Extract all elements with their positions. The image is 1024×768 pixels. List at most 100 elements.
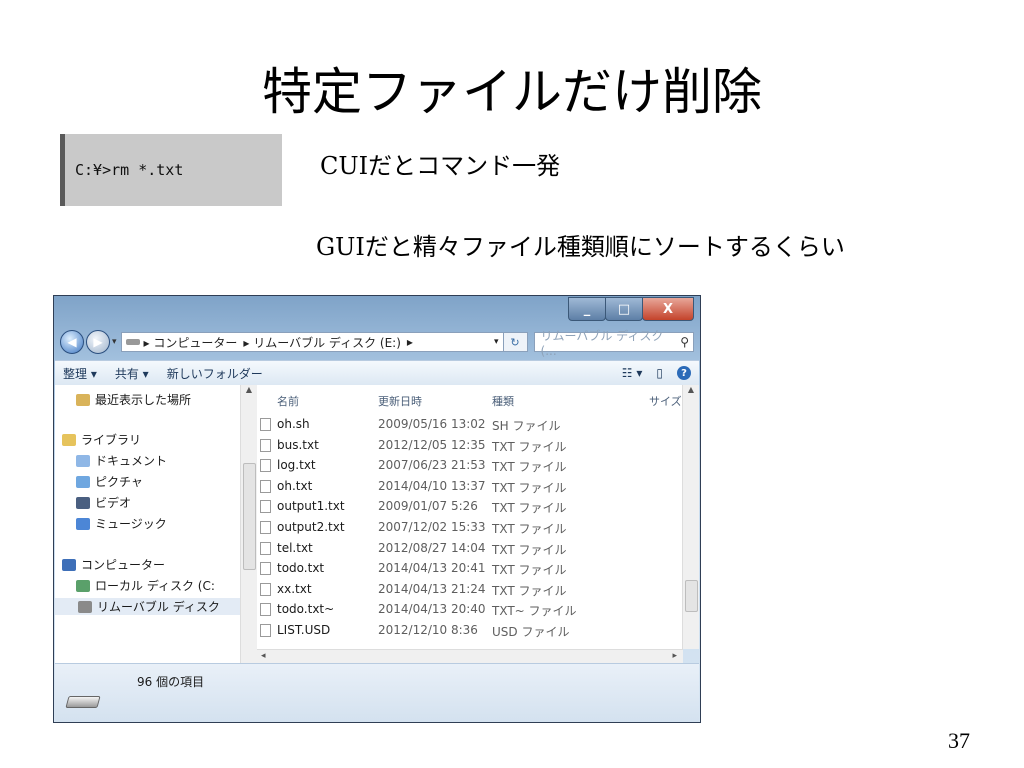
pictures-icon — [76, 475, 90, 488]
column-header-size[interactable]: サイズ — [649, 393, 682, 409]
preview-pane-icon[interactable]: ▯ — [656, 366, 663, 380]
explorer-window: _ □ X ◀ ▶ ▾ ▸ コンピューター ▸ リムーバブル ディスク (E:)… — [53, 295, 701, 723]
file-list-vertical-scrollbar[interactable]: ▲ — [682, 385, 699, 649]
search-input[interactable]: リムーバブル ディスク (... ⚲ — [533, 329, 694, 358]
file-date: 2009/01/07 5:26 — [378, 499, 478, 514]
nav-item[interactable]: 最近表示した場所 — [76, 391, 191, 408]
file-name: bus.txt — [277, 437, 319, 452]
address-dropdown-icon[interactable]: ▾ — [490, 337, 503, 347]
nav-item[interactable]: ビデオ — [76, 494, 131, 511]
file-date: 2007/06/23 21:53 — [378, 458, 486, 473]
file-type: TXT ファイル — [492, 583, 567, 598]
view-options-icon[interactable]: ☷ ▾ — [622, 366, 643, 380]
file-date: 2014/04/13 20:40 — [378, 602, 486, 617]
file-icon — [260, 603, 271, 617]
file-name: oh.sh — [277, 417, 310, 431]
nav-item[interactable]: ドキュメント — [76, 452, 167, 469]
file-name: log.txt — [277, 458, 316, 473]
file-type: TXT ファイル — [492, 522, 567, 536]
file-type: TXT ファイル — [492, 439, 567, 454]
scroll-up-icon[interactable]: ▲ — [241, 385, 257, 394]
file-type: TXT~ ファイル — [492, 604, 577, 619]
item-count: 96 個の項目 — [137, 675, 205, 689]
scroll-up-icon[interactable]: ▲ — [683, 385, 699, 394]
file-row[interactable]: oh.txt 2014/04/10 13:37 TXT ファイル — [257, 477, 683, 497]
breadcrumb-chevron[interactable]: ▸ — [407, 335, 413, 349]
nav-item[interactable]: ライブラリ — [62, 431, 141, 448]
breadcrumb-computer[interactable]: ▸ コンピューター — [144, 334, 238, 351]
file-type: USD ファイル — [492, 625, 570, 639]
nav-item[interactable]: ピクチャ — [76, 473, 143, 490]
recent-places-icon — [76, 393, 90, 406]
nav-item-label: コンピューター — [81, 558, 166, 572]
refresh-icon: ↻ — [510, 335, 520, 349]
file-type: TXT ファイル — [492, 542, 567, 557]
nav-item-label: ビデオ — [95, 496, 132, 510]
history-dropdown-icon[interactable]: ▾ — [112, 337, 117, 347]
documents-icon — [76, 454, 90, 467]
file-type: TXT ファイル — [492, 480, 567, 495]
scroll-right-icon[interactable]: ▸ — [672, 651, 677, 661]
scrollbar-thumb[interactable] — [243, 463, 256, 570]
file-row[interactable]: tel.txt 2012/08/27 14:04 TXT ファイル — [257, 539, 683, 559]
file-row[interactable]: todo.txt~ 2014/04/13 20:40 TXT~ ファイル — [257, 600, 683, 620]
nav-item-label: ドキュメント — [95, 454, 168, 468]
file-date: 2014/04/10 13:37 — [378, 478, 486, 493]
window-controls: _ □ X — [568, 297, 694, 321]
column-header-name[interactable]: 名前 — [277, 393, 299, 409]
computer-icon — [62, 558, 76, 571]
nav-item[interactable]: コンピューター — [62, 556, 165, 573]
close-button[interactable]: X — [642, 297, 694, 321]
nav-item-label: リムーバブル ディスク — [97, 600, 220, 614]
file-icon — [260, 582, 271, 596]
gui-caption: GUIだと精々ファイル種類順にソートするくらい — [316, 233, 845, 261]
address-bar[interactable]: ▸ コンピューター ▸ リムーバブル ディスク (E:) ▸ ▾ — [120, 332, 504, 352]
file-name: xx.txt — [277, 581, 312, 596]
help-icon[interactable]: ? — [677, 366, 691, 380]
maximize-button[interactable]: □ — [605, 297, 643, 321]
refresh-button[interactable]: ↻ — [503, 332, 528, 352]
file-row[interactable]: xx.txt 2014/04/13 21:24 TXT ファイル — [257, 580, 683, 600]
nav-item[interactable]: ローカル ディスク (C: — [76, 577, 215, 594]
address-row: ◀ ▶ ▾ ▸ コンピューター ▸ リムーバブル ディスク (E:) ▸ ▾ ↻… — [60, 329, 694, 358]
nav-item-label: ローカル ディスク (C: — [95, 579, 215, 593]
file-row[interactable]: todo.txt 2014/04/13 20:41 TXT ファイル — [257, 559, 683, 579]
toolbar: 整理 ▾ 共有 ▾ 新しいフォルダー ☷ ▾ ▯ ? — [55, 360, 699, 386]
scrollbar-thumb[interactable] — [685, 580, 698, 612]
file-date: 2012/08/27 14:04 — [378, 540, 486, 555]
column-header-date[interactable]: 更新日時 — [378, 393, 422, 409]
organize-button[interactable]: 整理 ▾ — [63, 365, 97, 382]
forward-button[interactable]: ▶ — [86, 330, 110, 354]
share-button[interactable]: 共有 ▾ — [115, 365, 149, 382]
file-row[interactable]: log.txt 2007/06/23 21:53 TXT ファイル — [257, 456, 683, 476]
file-type: TXT ファイル — [492, 501, 567, 516]
file-row[interactable]: bus.txt 2012/12/05 12:35 TXT ファイル — [257, 436, 683, 456]
file-date: 2009/05/16 13:02 — [378, 417, 486, 431]
file-date: 2014/04/13 20:41 — [378, 561, 486, 576]
file-list-horizontal-scrollbar[interactable]: ◂ ▸ — [257, 649, 683, 664]
file-row[interactable]: output1.txt 2009/01/07 5:26 TXT ファイル — [257, 497, 683, 517]
minimize-button[interactable]: _ — [568, 297, 606, 321]
file-name: todo.txt~ — [277, 602, 335, 617]
breadcrumb-removable-disk[interactable]: ▸ リムーバブル ディスク (E:) — [243, 334, 401, 351]
search-icon[interactable]: ⚲ — [680, 335, 693, 349]
new-folder-button[interactable]: 新しいフォルダー — [167, 365, 263, 382]
details-pane: 96 個の項目 — [55, 663, 699, 722]
back-button[interactable]: ◀ — [60, 330, 84, 354]
column-header-type[interactable]: 種類 — [492, 393, 514, 409]
videos-icon — [76, 496, 90, 509]
file-type: TXT ファイル — [492, 563, 567, 578]
navigation-scrollbar[interactable]: ▲ — [240, 385, 257, 663]
nav-item-label: ライブラリ — [81, 433, 142, 447]
nav-item[interactable]: ミュージック — [76, 515, 167, 532]
scroll-left-icon[interactable]: ◂ — [261, 651, 266, 661]
nav-item[interactable]: リムーバブル ディスク — [55, 598, 240, 615]
file-row[interactable]: output2.txt 2007/12/02 15:33 TXT ファイル — [257, 518, 683, 538]
file-icon — [260, 521, 271, 534]
file-icon — [260, 438, 271, 452]
file-row[interactable]: LIST.USD 2012/12/10 8:36 USD ファイル — [257, 621, 683, 641]
file-icon — [260, 500, 271, 514]
library-icon — [62, 433, 76, 446]
file-row[interactable]: oh.sh 2009/05/16 13:02 SH ファイル — [257, 415, 683, 435]
file-icon — [260, 624, 271, 637]
